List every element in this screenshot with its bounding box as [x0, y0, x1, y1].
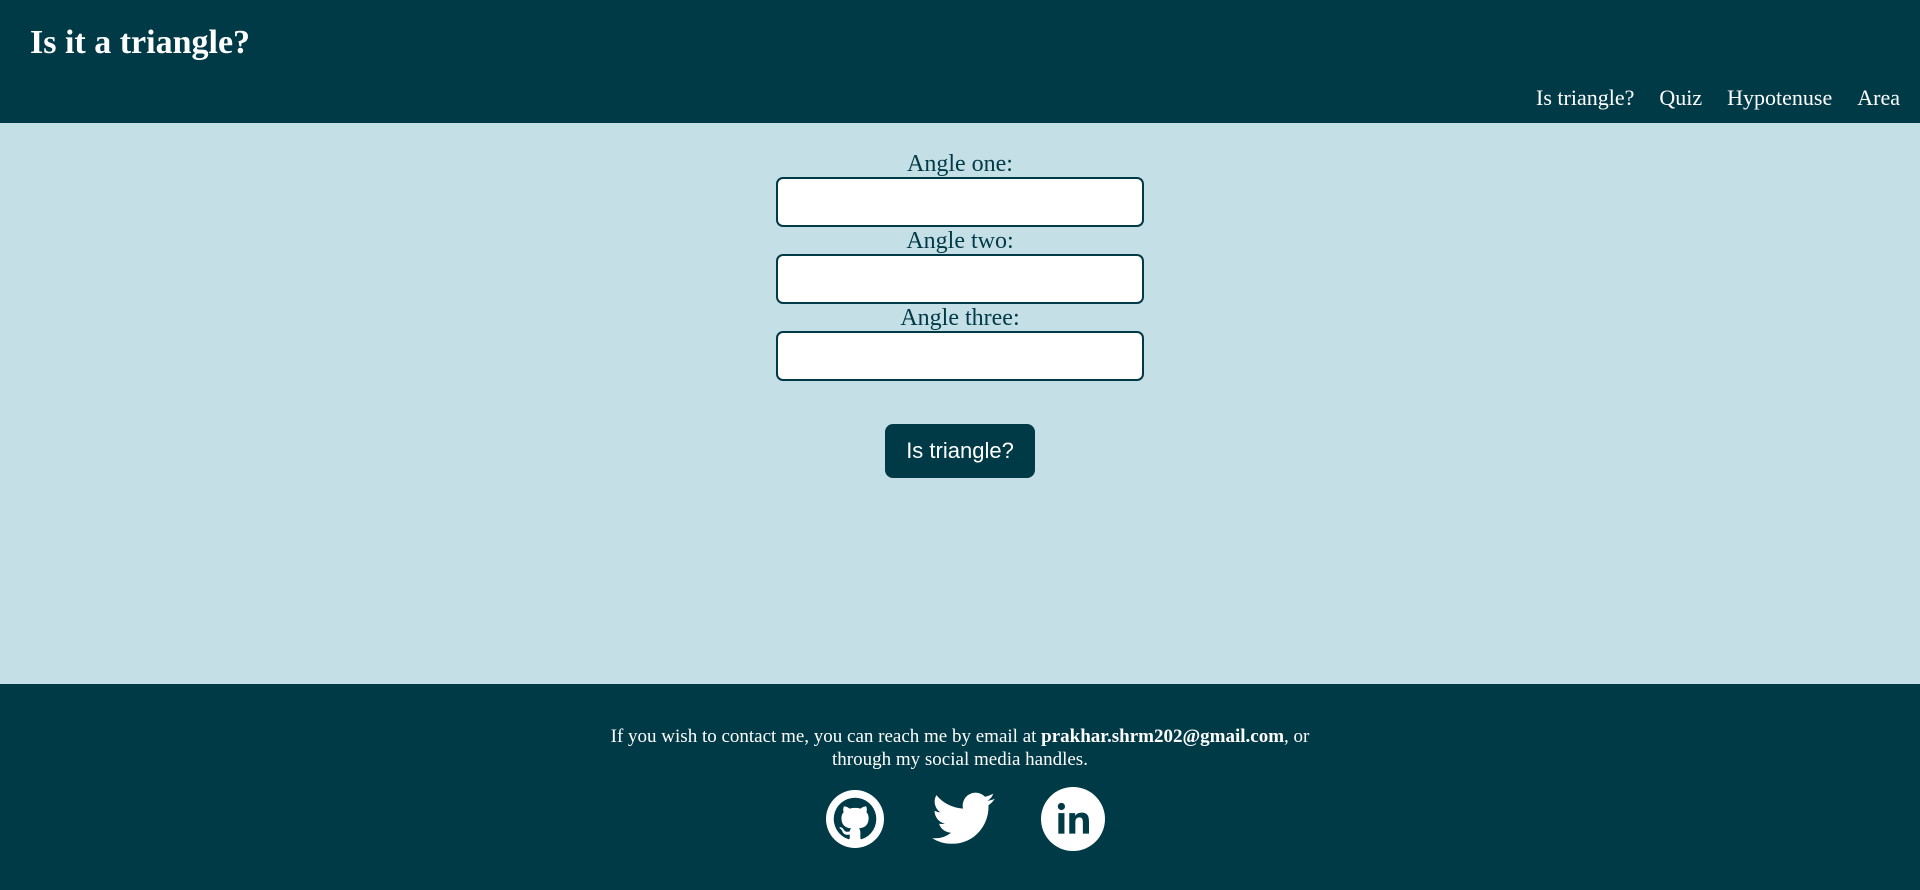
contact-text: If you wish to contact me, you can reach… [580, 725, 1340, 771]
nav-link-is-triangle[interactable]: Is triangle? [1536, 85, 1634, 111]
angle-one-label: Angle one: [907, 151, 1013, 177]
linkedin-icon [1041, 787, 1105, 851]
site-title: Is it a triangle? [30, 24, 251, 61]
nav-link-hypotenuse[interactable]: Hypotenuse [1727, 85, 1832, 111]
is-triangle-button[interactable]: Is triangle? [885, 424, 1035, 478]
github-link[interactable] [823, 787, 887, 851]
main-nav: Is triangle? Quiz Hypotenuse Area [1536, 85, 1900, 111]
github-icon [826, 790, 884, 848]
angles-form: Angle one: Angle two: Angle three: [776, 151, 1144, 382]
nav-link-area[interactable]: Area [1857, 85, 1900, 111]
angle-two-input[interactable] [776, 254, 1144, 304]
twitter-icon [932, 792, 995, 844]
site-footer: If you wish to contact me, you can reach… [0, 684, 1920, 890]
angle-one-input[interactable] [776, 177, 1144, 227]
main-content: Angle one: Angle two: Angle three: Is tr… [0, 123, 1920, 684]
site-header: Is it a triangle? Is triangle? Quiz Hypo… [0, 0, 1920, 123]
nav-link-quiz[interactable]: Quiz [1659, 85, 1702, 111]
contact-text-before: If you wish to contact me, you can reach… [610, 726, 1042, 747]
linkedin-link[interactable] [1041, 787, 1105, 851]
contact-email: prakhar.shrm202@gmail.com [1041, 726, 1285, 747]
angle-three-input[interactable] [776, 331, 1144, 381]
angle-two-label: Angle two: [906, 228, 1014, 254]
angle-three-label: Angle three: [900, 305, 1020, 331]
social-links [823, 787, 1105, 851]
twitter-link[interactable] [932, 787, 996, 851]
